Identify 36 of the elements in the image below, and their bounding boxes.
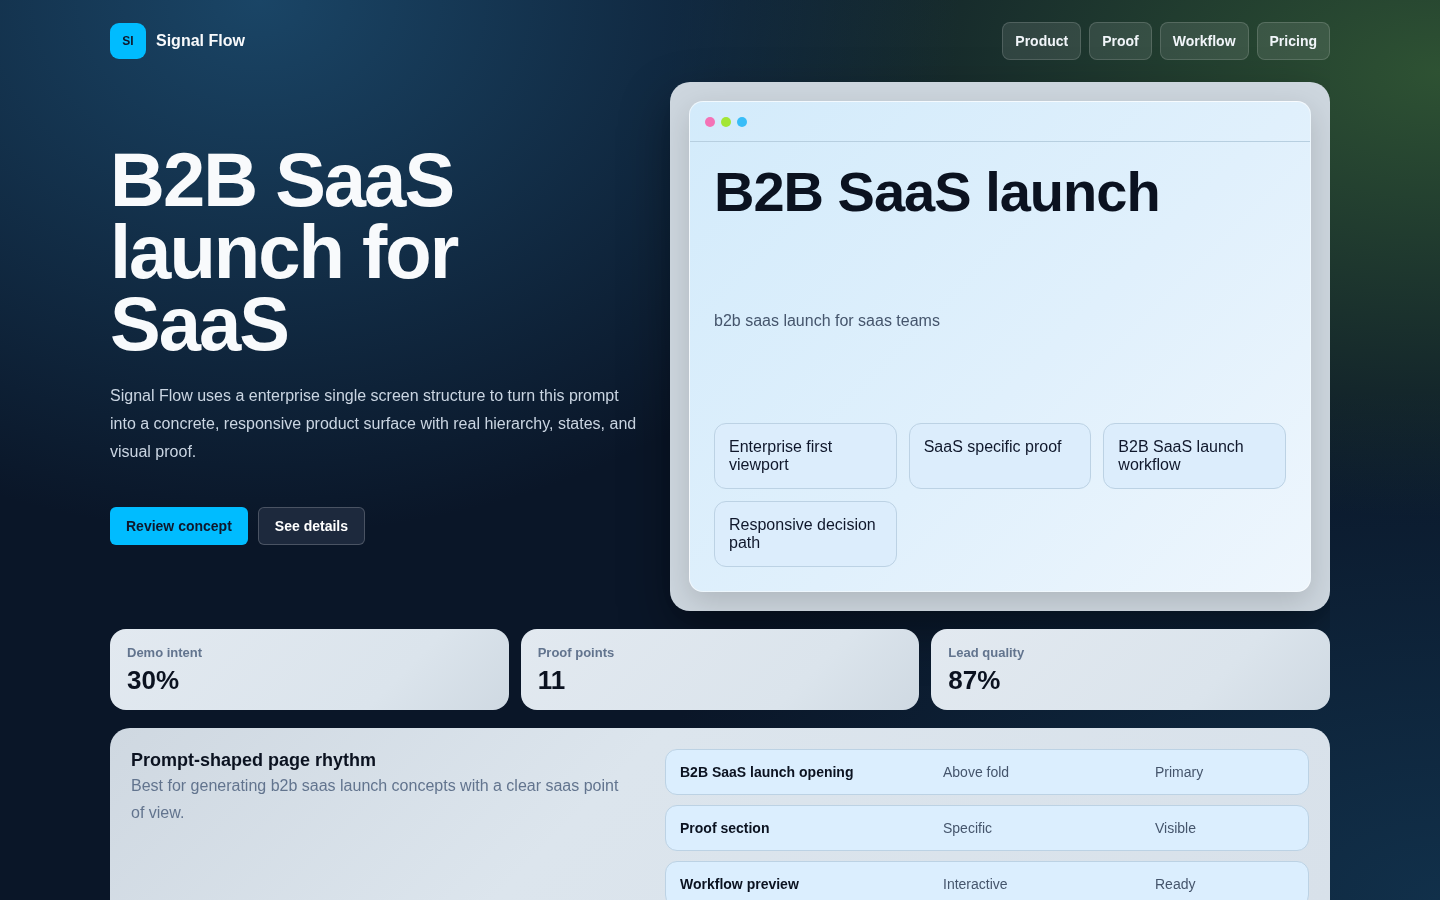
stat-label: Proof points — [537, 645, 616, 661]
feature-chip: Enterprise first viewport — [714, 423, 897, 489]
feature-chip: B2B SaaS launch workflow — [1103, 423, 1286, 489]
stat-value: 30% — [127, 664, 181, 696]
nav-link[interactable]: Product — [1002, 22, 1082, 60]
table-cell-text: Specific — [943, 818, 994, 838]
table-cell-text: B2B SaaS launch opening — [680, 762, 855, 782]
table-cell-text: Workflow preview — [680, 874, 800, 894]
nav-link[interactable]: Pricing — [1256, 22, 1330, 60]
table-cell-text: Primary — [1155, 762, 1205, 782]
stat-label: Lead quality — [948, 645, 1026, 661]
section-title: Prompt-shaped page rhythm — [131, 749, 378, 771]
primary-button[interactable]: Review concept — [110, 507, 248, 545]
hero-description: Signal Flow uses a enterprise single screen structure to turn this prompt into a concrete, responsive product surface with real hierarchy, states, and visual proof. — [110, 386, 638, 462]
table-cell-text: Ready — [1155, 874, 1197, 894]
table-cell-text: Above fold — [943, 762, 1011, 782]
logo-mark: SI — [110, 23, 146, 59]
nav-link[interactable]: Workflow — [1159, 22, 1249, 60]
table-cell-text: Proof section — [680, 818, 771, 838]
preview-title: B2B SaaS launch — [714, 160, 1161, 224]
preview-subtitle: b2b saas launch for saas teams — [714, 311, 941, 331]
feature-chip: SaaS specific proof — [908, 423, 1092, 489]
hero-title: B2B SaaS launch for SaaS — [110, 144, 459, 360]
brand-name: Signal Flow — [156, 31, 245, 51]
stat-value: 11 — [537, 664, 567, 696]
section-description: Best for generating b2b saas launch concepts with a clear saas point of view. — [131, 776, 620, 823]
feature-chip: Responsive decision path — [714, 501, 897, 567]
table-cell-text: Interactive — [943, 874, 1009, 894]
table-cell-text: Visible — [1155, 818, 1197, 838]
window-dot-icon — [705, 116, 715, 127]
window-dot-icon — [721, 116, 731, 127]
window-dot-icon — [737, 116, 747, 127]
stat-label: Demo intent — [127, 645, 204, 661]
nav-link[interactable]: Proof — [1089, 22, 1152, 60]
stat-value: 87% — [948, 664, 1002, 696]
secondary-button[interactable]: See details — [257, 507, 365, 545]
